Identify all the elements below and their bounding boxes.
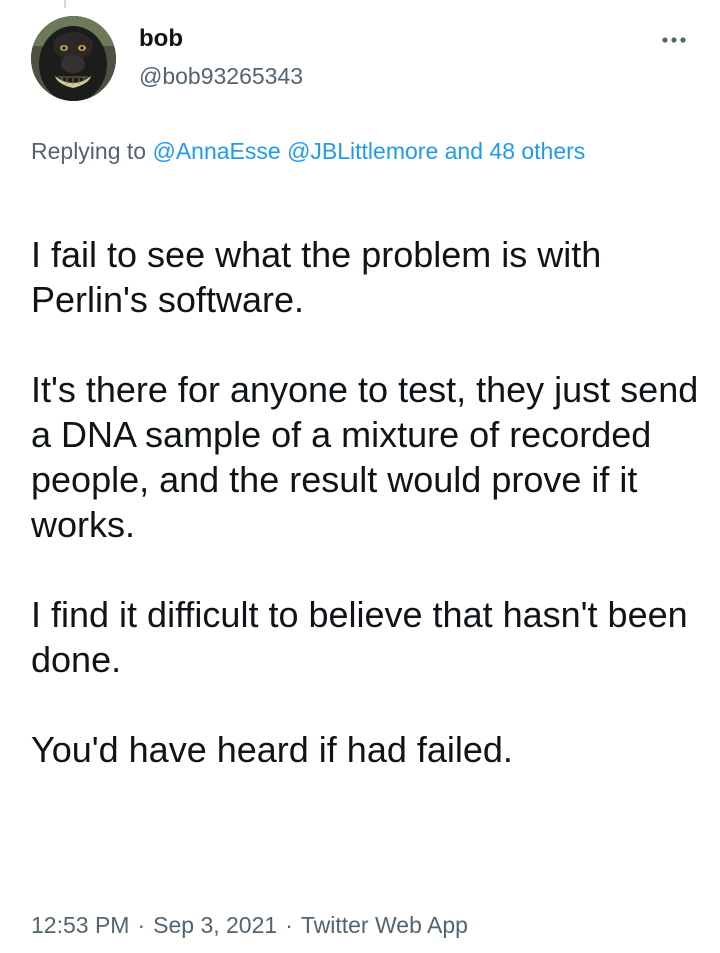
meta-separator: ·	[137, 912, 146, 938]
replying-to: Replying to @AnnaEsse @JBLittlemore and …	[31, 134, 671, 169]
tweet-paragraph: You'd have heard if had failed.	[31, 729, 513, 770]
replying-to-prefix: Replying to	[31, 138, 147, 164]
thread-connector-line	[64, 0, 66, 8]
tweet-source-app[interactable]: Twitter Web App	[301, 912, 468, 938]
mention-link-annaesse[interactable]: @AnnaEsse	[152, 138, 280, 164]
mention-others-link[interactable]: and 48 others	[445, 138, 586, 164]
author-display-name[interactable]: bob	[139, 24, 303, 54]
tweet-time[interactable]: 12:53 PM	[31, 912, 129, 938]
monkey-avatar-image	[31, 16, 116, 101]
tweet-header: bob @bob93265343	[31, 16, 700, 108]
more-options-button[interactable]	[654, 28, 694, 52]
author-block: bob @bob93265343	[139, 24, 303, 90]
tweet-date[interactable]: Sep 3, 2021	[153, 912, 277, 938]
author-handle[interactable]: @bob93265343	[139, 62, 303, 90]
mention-link-jblittlemore[interactable]: @JBLittlemore	[287, 138, 438, 164]
tweet-paragraph: It's there for anyone to test, they just…	[31, 369, 699, 545]
meta-separator: ·	[285, 912, 293, 938]
tweet-metadata: 12:53 PM · Sep 3, 2021 · Twitter Web App	[31, 910, 468, 940]
tweet-paragraph: I find it difficult to believe that hasn…	[31, 594, 688, 680]
tweet-text: I fail to see what the problem is with P…	[31, 232, 701, 772]
avatar[interactable]	[31, 16, 116, 101]
more-horizontal-icon	[662, 37, 686, 43]
tweet-paragraph: I fail to see what the problem is with P…	[31, 234, 602, 320]
